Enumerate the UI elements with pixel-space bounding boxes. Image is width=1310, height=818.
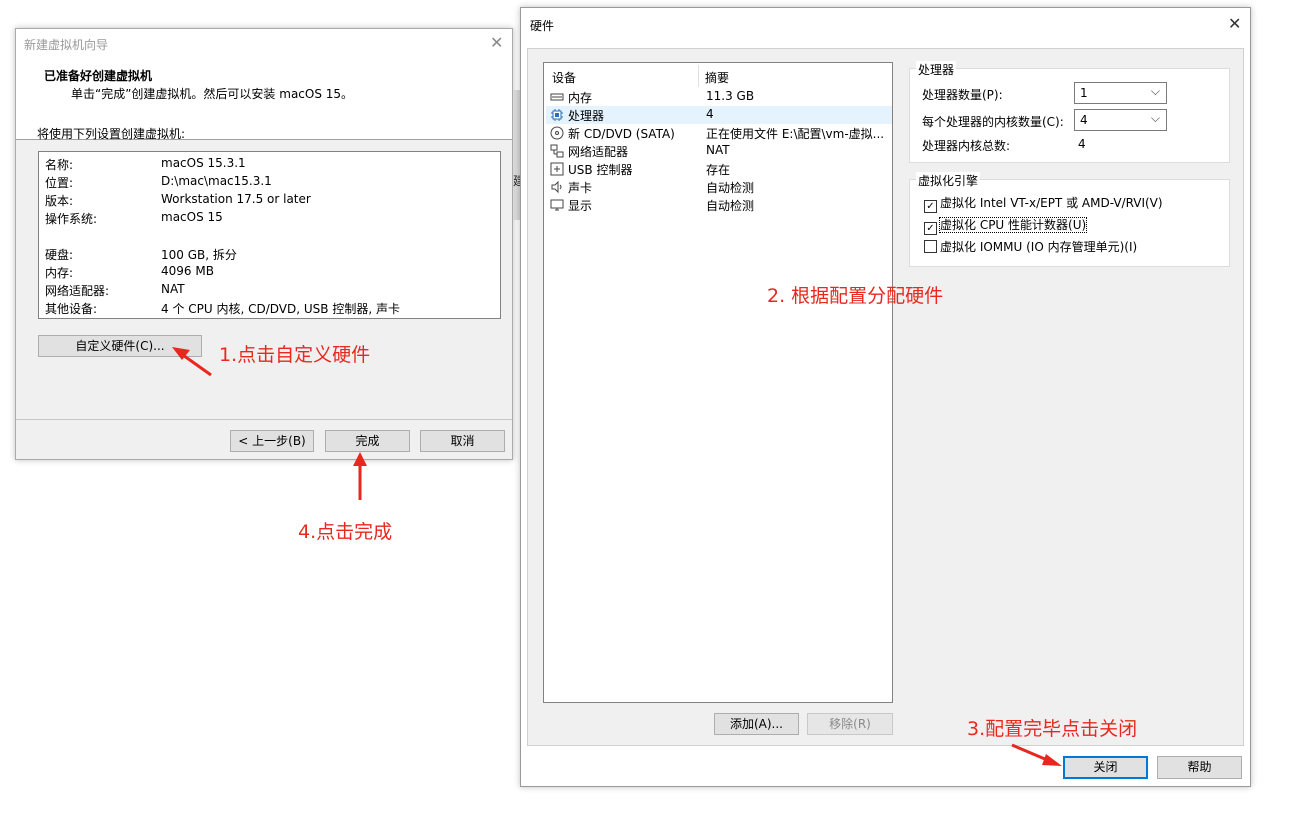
arrow-step3 xyxy=(1011,743,1062,766)
arrow-step4 xyxy=(353,452,367,500)
arrow-step1 xyxy=(172,347,212,377)
annotation-arrows xyxy=(172,347,1062,766)
